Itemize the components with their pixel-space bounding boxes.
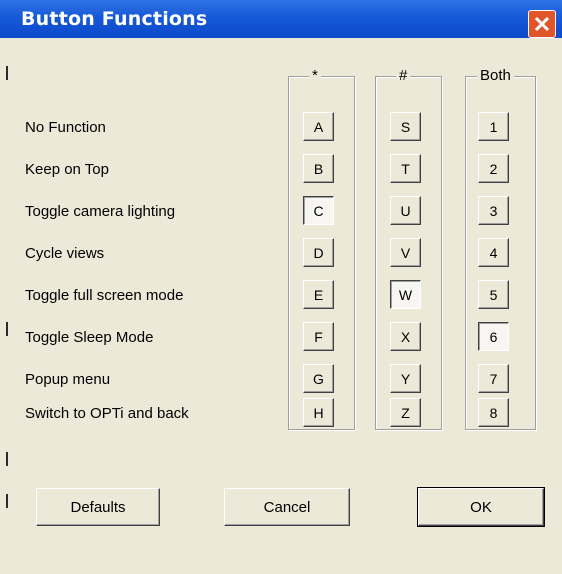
- key-t[interactable]: T: [390, 154, 421, 183]
- key-8[interactable]: 8: [478, 398, 509, 427]
- key-5[interactable]: 5: [478, 280, 509, 309]
- key-d[interactable]: D: [303, 238, 334, 267]
- close-icon: [534, 16, 550, 32]
- key-b[interactable]: B: [303, 154, 334, 183]
- function-label-toggle-full-screen: Toggle full screen mode: [25, 287, 184, 304]
- window-bottom-frame: [10, 570, 562, 574]
- key-w[interactable]: W: [390, 280, 421, 309]
- key-7[interactable]: 7: [478, 364, 509, 393]
- defaults-button[interactable]: Defaults: [36, 488, 160, 526]
- ok-button[interactable]: OK: [417, 487, 545, 527]
- key-h[interactable]: H: [303, 398, 334, 427]
- key-2[interactable]: 2: [478, 154, 509, 183]
- window-title: Button Functions: [21, 8, 208, 30]
- function-label-no-function: No Function: [25, 119, 106, 136]
- key-6[interactable]: 6: [478, 322, 509, 351]
- cancel-button[interactable]: Cancel: [224, 488, 350, 526]
- key-1[interactable]: 1: [478, 112, 509, 141]
- key-4[interactable]: 4: [478, 238, 509, 267]
- key-y[interactable]: Y: [390, 364, 421, 393]
- title-bar[interactable]: Button Functions: [0, 0, 562, 38]
- frame-mark: [6, 66, 8, 80]
- key-g[interactable]: G: [303, 364, 334, 393]
- group-both-title: Both: [477, 68, 514, 84]
- function-label-cycle-views: Cycle views: [25, 245, 105, 262]
- frame-mark: [6, 452, 8, 466]
- key-c[interactable]: C: [303, 196, 334, 225]
- function-label-keep-on-top: Keep on Top: [25, 161, 109, 178]
- function-label-switch-to-opti: Switch to OPTi and back: [25, 405, 189, 422]
- key-f[interactable]: F: [303, 322, 334, 351]
- key-e[interactable]: E: [303, 280, 334, 309]
- key-3[interactable]: 3: [478, 196, 509, 225]
- group-star-title: *: [309, 68, 321, 84]
- function-label-popup-menu: Popup menu: [25, 371, 111, 388]
- dialog-window: Button Functions No Function Keep on Top…: [0, 0, 562, 574]
- key-x[interactable]: X: [390, 322, 421, 351]
- frame-mark: [6, 494, 8, 508]
- key-u[interactable]: U: [390, 196, 421, 225]
- group-hash-title: #: [396, 68, 411, 84]
- key-v[interactable]: V: [390, 238, 421, 267]
- function-label-toggle-camera-lighting: Toggle camera lighting: [25, 203, 176, 220]
- close-button[interactable]: [528, 10, 556, 38]
- frame-mark: [6, 322, 8, 336]
- function-label-toggle-sleep-mode: Toggle Sleep Mode: [25, 329, 154, 346]
- key-a[interactable]: A: [303, 112, 334, 141]
- key-z[interactable]: Z: [390, 398, 421, 427]
- window-left-frame: [0, 38, 10, 574]
- key-s[interactable]: S: [390, 112, 421, 141]
